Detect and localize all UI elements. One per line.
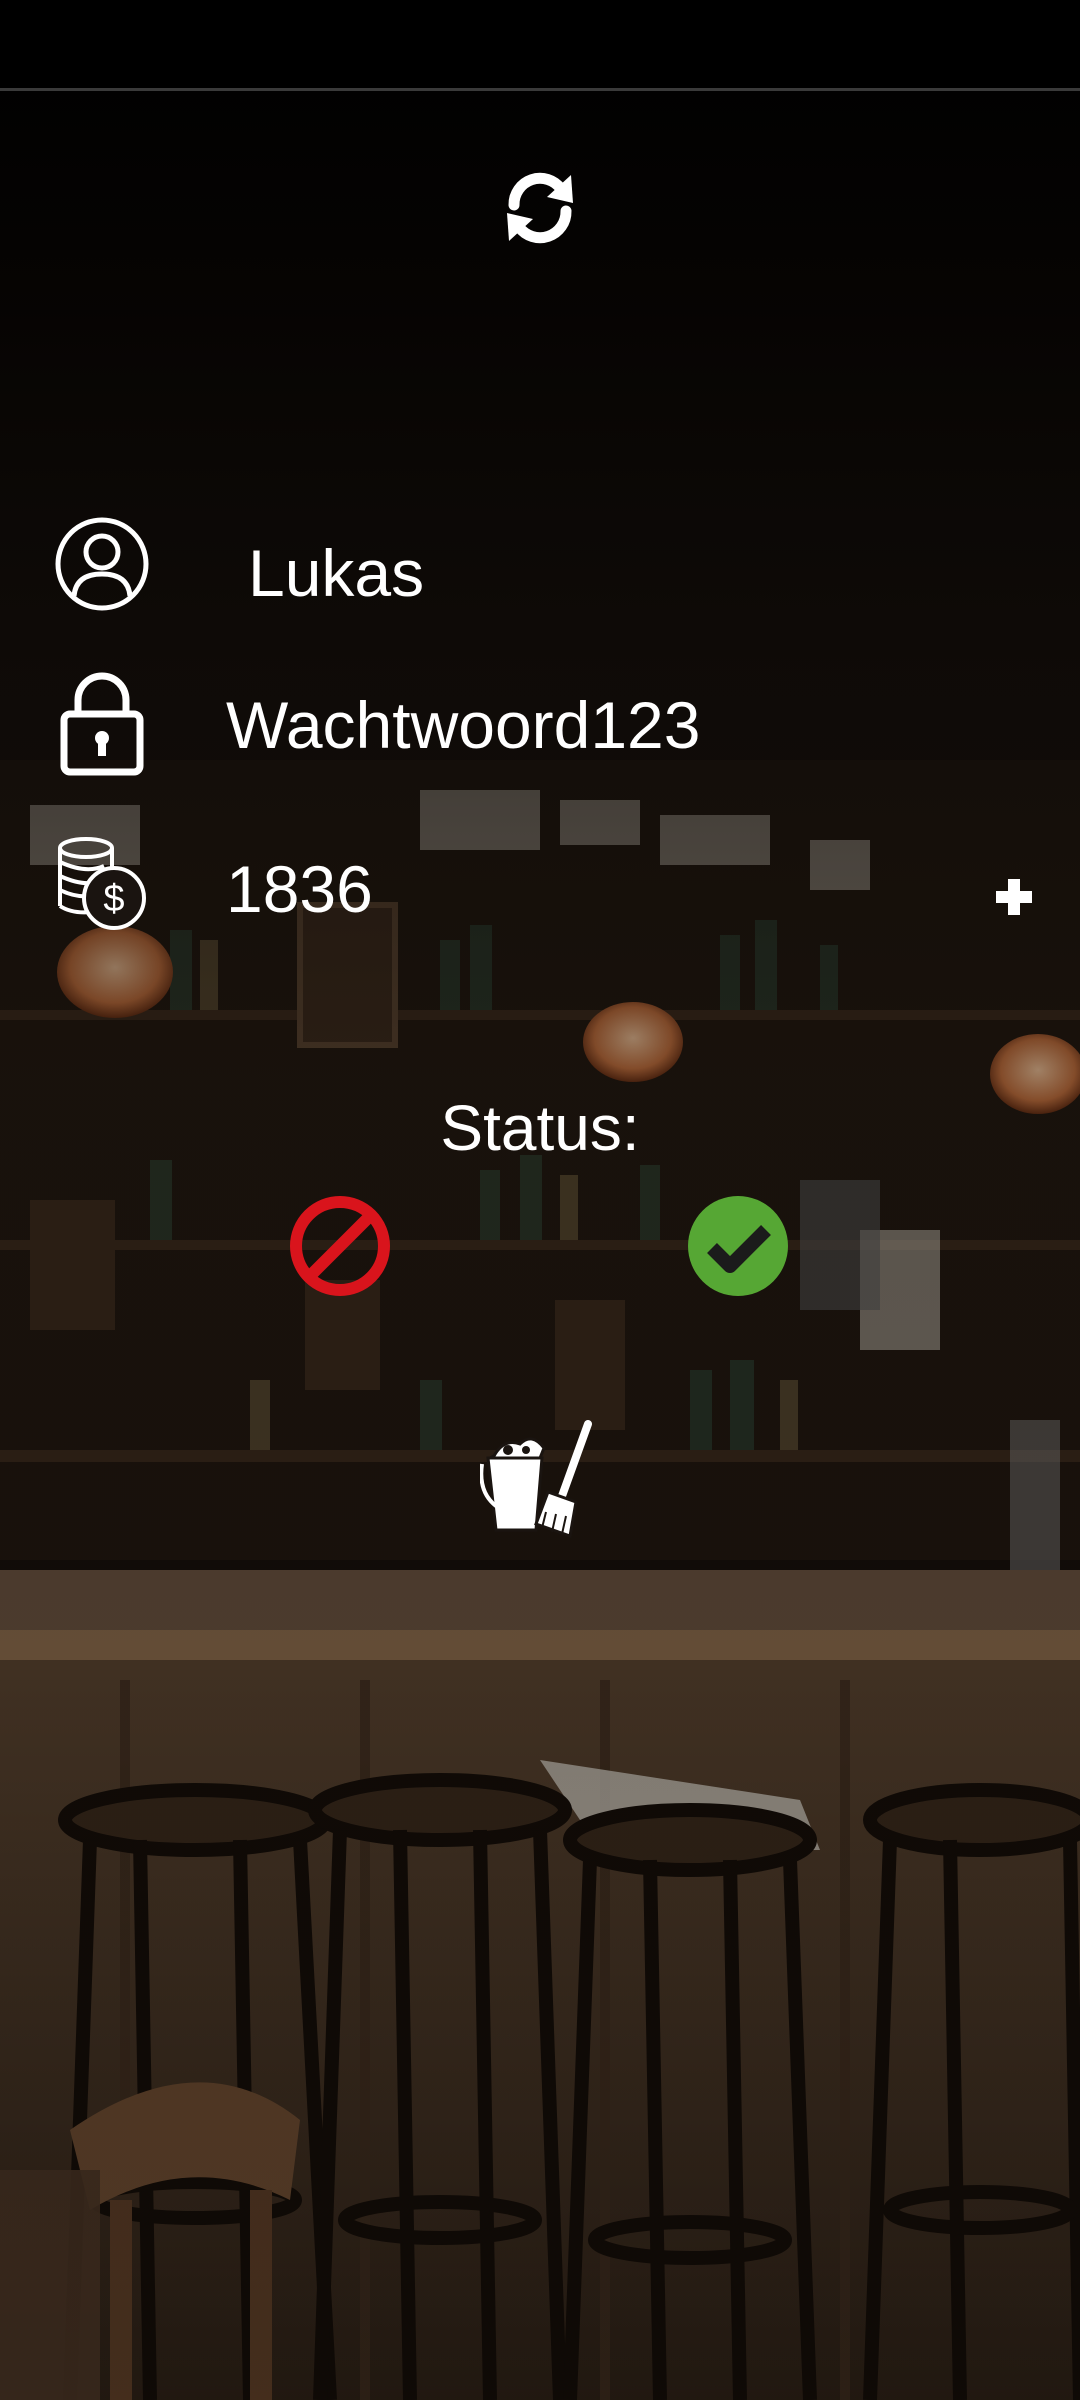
refresh-icon (507, 172, 573, 244)
check-icon (688, 1196, 788, 1296)
pub-background-image (0, 0, 1080, 2400)
username-value: Lukas (248, 536, 425, 610)
system-status-bar (0, 0, 1080, 91)
status-closed-button[interactable] (288, 1194, 392, 1298)
status-label: Status: (440, 1092, 640, 1164)
status-open-button[interactable] (686, 1194, 790, 1298)
cleaning-button[interactable] (479, 1420, 600, 1540)
bucket-broom-icon (479, 1420, 592, 1539)
refresh-button[interactable] (497, 165, 583, 251)
lock-icon (52, 666, 162, 776)
password-value: Wachtwoord123 (226, 688, 701, 762)
prohibited-icon (290, 1196, 390, 1296)
user-icon (52, 514, 162, 624)
add-balance-button[interactable] (982, 865, 1046, 929)
coins-dollar-icon: $ (52, 832, 162, 942)
balance-value: 1836 (226, 852, 373, 926)
plus-icon (996, 879, 1032, 915)
svg-text:$: $ (103, 878, 124, 920)
app-screen: Lukas Wachtwoord123 $ 1836 Status: (0, 0, 1080, 2400)
